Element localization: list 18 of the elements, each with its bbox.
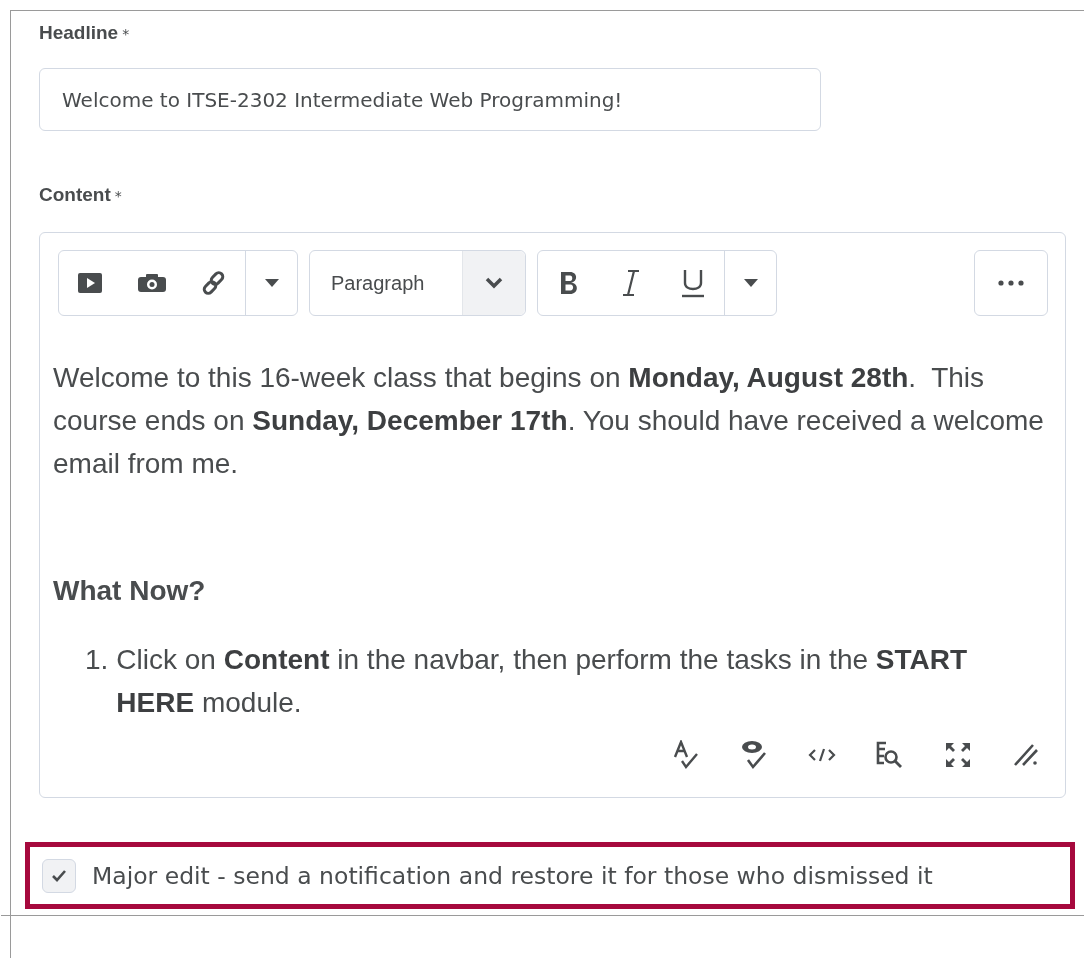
checkbox-label[interactable]: Major edit - send a notification and restore it for those who dismissed it xyxy=(92,861,933,890)
chevron-icon xyxy=(462,251,525,315)
list-item-text: Click on Content in the navbar, then perform the tasks in the START HERE module. xyxy=(116,643,969,720)
content-editor[interactable] xyxy=(39,232,1066,798)
format-dropdown[interactable]: Paragraph xyxy=(309,250,526,316)
ellipsis-icon xyxy=(998,280,1024,286)
list-number: 1. xyxy=(85,643,109,677)
body-heading: What Now? xyxy=(53,574,207,608)
body-paragraph: Welcome to this 16-week class that begins on Monday, August 28th. This course ends on Sunday, December 17th. You should have received a welcome email from me. xyxy=(53,361,1045,481)
checkbox[interactable] xyxy=(42,858,76,893)
field-label: Headline xyxy=(39,22,119,44)
caret-icon xyxy=(742,278,759,288)
field-label: Content xyxy=(39,184,111,206)
required-mark: * xyxy=(114,188,122,204)
required-mark: * xyxy=(122,26,130,42)
check-icon xyxy=(51,869,67,882)
headline-field[interactable]: Welcome to ITSE-2302 Intermediate Web Programming! xyxy=(39,68,821,131)
caret-icon xyxy=(263,278,280,288)
